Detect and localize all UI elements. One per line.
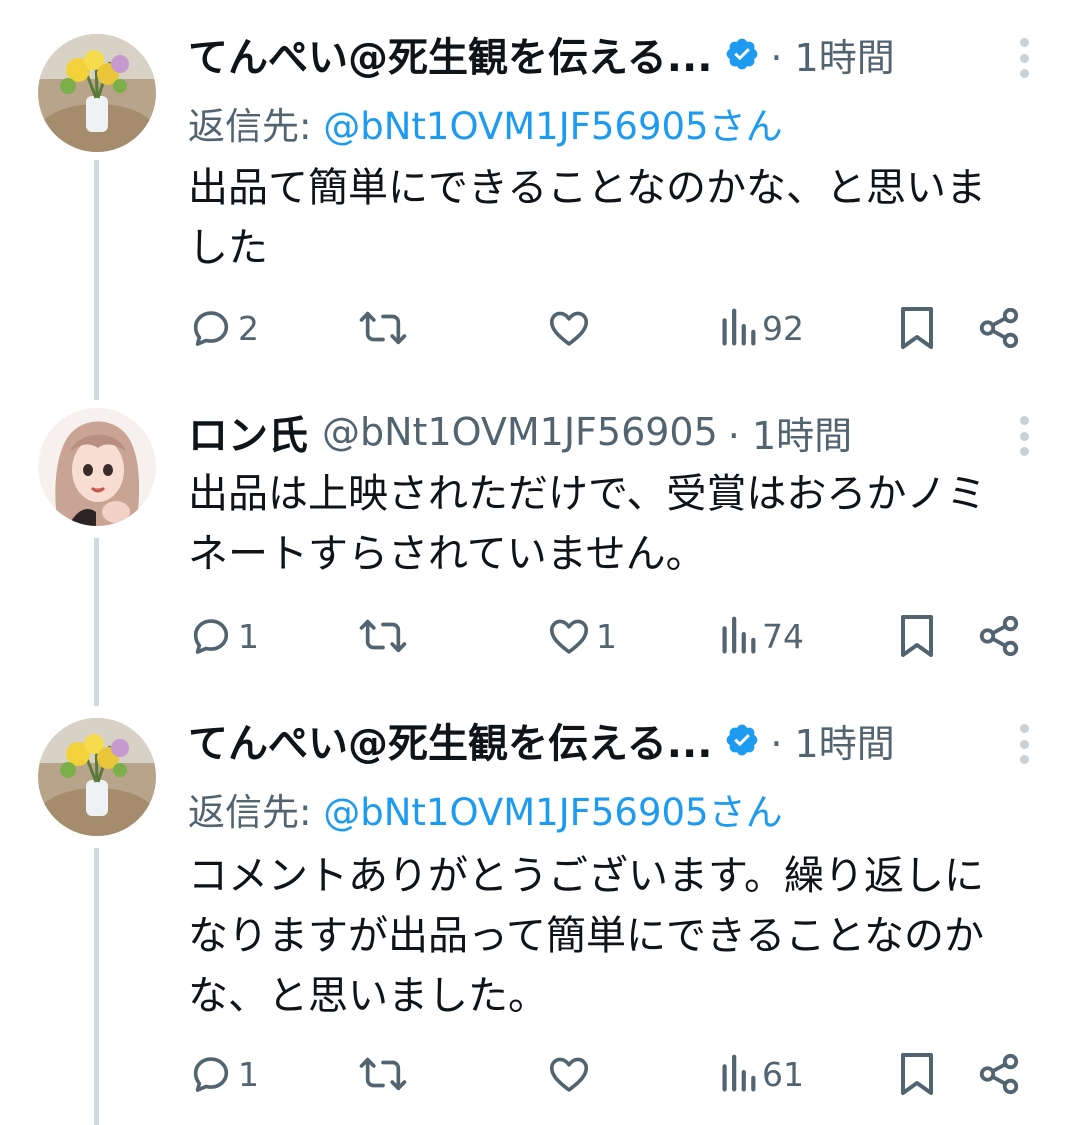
retweet-arrows-icon [359,619,407,653]
heart-icon [549,1057,589,1092]
tweet-header: ロン氏 @bNt1OVM1JF56905 · 1時間 [188,404,1040,460]
reply-count: 1 [238,616,259,656]
reply-button[interactable]: 1 [188,606,259,666]
heart-icon [549,619,589,654]
more-options-icon[interactable] [1018,724,1030,764]
speech-bubble-icon [193,311,229,346]
flower-vase-avatar-image [38,34,156,152]
bookmark-icon [901,1053,933,1095]
views-button[interactable]: 74 [718,606,804,666]
user-handle[interactable]: @bNt1OVM1JF56905 [322,410,718,454]
reply-to-mention-link[interactable]: @bNt1OVM1JF56905さん [323,791,782,834]
views-count: 74 [762,616,804,656]
speech-bubble-icon [193,1057,229,1092]
reply-to-label: 返信先: [188,791,324,834]
retweet-arrows-icon [359,1057,407,1091]
more-options-icon[interactable] [1018,38,1030,78]
share-button[interactable] [976,606,1022,666]
tweet[interactable]: ロン氏 @bNt1OVM1JF56905 · 1時間 出品は上映されただけで、受… [0,390,1080,710]
bookmark-icon [901,615,933,657]
timestamp[interactable]: · 1時間 [728,405,852,460]
speech-bubble-icon [193,619,229,654]
bar-chart-icon [722,308,756,346]
views-count: 92 [762,308,804,348]
reply-button[interactable]: 2 [188,298,259,358]
retweet-button[interactable] [358,298,412,358]
tweet-header: てんぺい@死生観を伝える... · 1時間 [188,712,1040,768]
share-button[interactable] [976,1044,1022,1104]
bar-chart-icon [722,1054,756,1092]
timestamp[interactable]: · 1時間 [770,713,894,768]
tweet-text: コメントありがとうございます。繰り返しになりますが出品って簡単にできることなのか… [188,853,984,1019]
reply-count: 1 [238,1054,259,1094]
avatar[interactable] [38,34,156,152]
avatar[interactable] [38,408,156,526]
like-count: 1 [596,616,617,656]
display-name[interactable]: てんぺい@死生観を伝える... [188,25,712,83]
reply-button[interactable]: 1 [188,1044,259,1104]
views-count: 61 [762,1054,804,1094]
tweet-header: てんぺい@死生観を伝える... · 1時間 [188,26,1040,82]
retweet-button[interactable] [358,1044,412,1104]
timestamp[interactable]: · 1時間 [770,27,894,82]
share-icon [979,1053,1019,1095]
share-button[interactable] [976,298,1022,358]
reply-to-line: 返信先: @bNt1OVM1JF56905さん [188,782,783,836]
heart-icon [549,311,589,346]
display-name[interactable]: てんぺい@死生観を伝える... [188,711,712,769]
bookmark-button[interactable] [896,1044,938,1104]
anime-girl-avatar-image [38,408,156,526]
bookmark-icon [901,307,933,349]
verified-badge-icon[interactable] [724,36,760,72]
reply-count: 2 [238,308,259,348]
avatar[interactable] [38,718,156,836]
action-bar: 1 61 [0,1044,1080,1104]
display-name[interactable]: ロン氏 [188,403,308,461]
views-button[interactable]: 92 [718,298,804,358]
share-icon [979,307,1019,349]
tweet[interactable]: てんぺい@死生観を伝える... · 1時間 返信先: @bNt1OVM1JF56… [0,0,1080,390]
like-button[interactable]: 1 [546,606,617,666]
more-options-icon[interactable] [1018,416,1030,456]
tweet[interactable]: てんぺい@死生観を伝える... · 1時間 返信先: @bNt1OVM1JF56… [0,710,1080,1125]
like-button[interactable] [546,1044,596,1104]
share-icon [979,615,1019,657]
action-bar: 2 92 [0,298,1080,358]
tweet-text: 出品は上映されただけで、受賞はおろかノミネートすらされていません。 [188,471,987,577]
views-button[interactable]: 61 [718,1044,804,1104]
tweet-text: 出品て簡単にできることなのかな、と思いました [188,165,986,271]
retweet-button[interactable] [358,606,412,666]
reply-to-line: 返信先: @bNt1OVM1JF56905さん [188,96,783,150]
bookmark-button[interactable] [896,298,938,358]
flower-vase-avatar-image [38,718,156,836]
like-button[interactable] [546,298,596,358]
bookmark-button[interactable] [896,606,938,666]
reply-to-mention-link[interactable]: @bNt1OVM1JF56905さん [323,105,782,148]
action-bar: 1 1 74 [0,606,1080,666]
reply-to-label: 返信先: [188,105,324,148]
verified-badge-icon[interactable] [724,722,760,758]
bar-chart-icon [722,616,756,654]
retweet-arrows-icon [359,311,407,345]
